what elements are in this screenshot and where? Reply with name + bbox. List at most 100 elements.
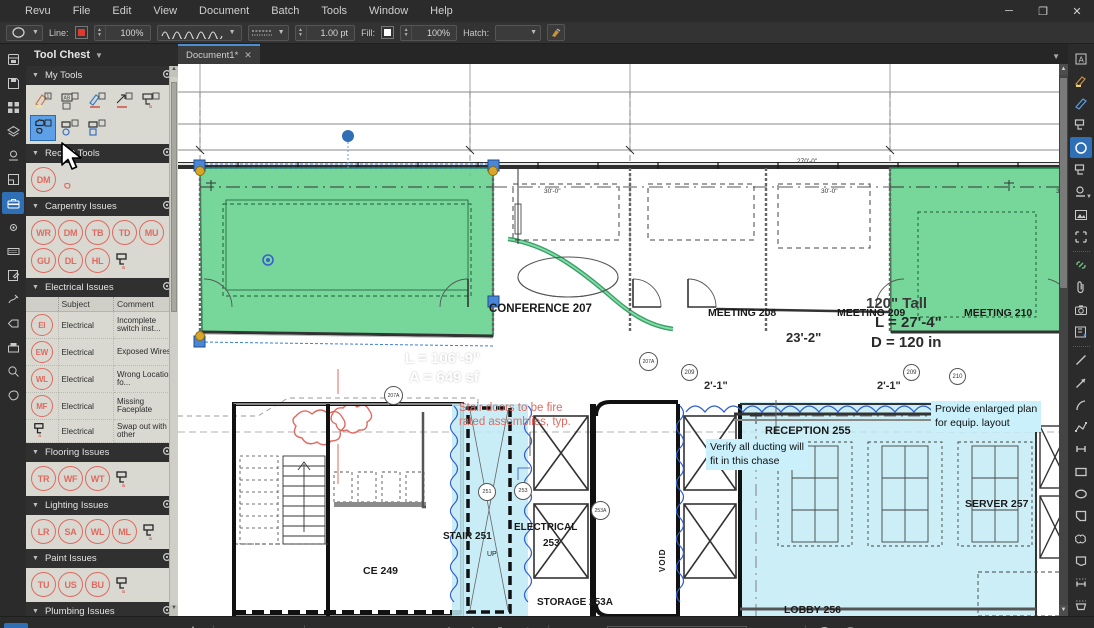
menu-item-document[interactable]: Document (188, 0, 260, 22)
ellipse-icon[interactable] (1070, 137, 1092, 159)
maximize-button[interactable]: ❐ (1026, 0, 1060, 22)
col-subject[interactable]: Subject (58, 297, 114, 312)
punch-icon[interactable] (2, 384, 24, 406)
fill-color-swatch[interactable] (381, 26, 395, 39)
menu-item-window[interactable]: Window (358, 0, 419, 22)
area-measure-icon[interactable] (1070, 595, 1092, 616)
group-header-my-tools[interactable]: ▼ My Tools (26, 66, 178, 85)
stamp-hl[interactable]: HL (85, 248, 110, 273)
stamp-gu[interactable]: GU (31, 248, 56, 273)
split-vertical-icon[interactable] (312, 623, 336, 628)
callout2-icon[interactable] (1070, 159, 1092, 180)
callout-icon[interactable] (1070, 115, 1092, 136)
col-icon[interactable] (26, 297, 59, 312)
shape-tool-selector[interactable]: ▼ (6, 24, 43, 41)
search-icon[interactable] (2, 360, 24, 382)
last-page-button[interactable]: ⏭ (774, 623, 798, 628)
arrow-icon[interactable] (1070, 372, 1092, 393)
callout-ducting[interactable]: Verify all ducting will fit in this chas… (706, 439, 808, 471)
select-icon[interactable] (465, 623, 489, 628)
line-opacity-stepper[interactable]: ▲ ▼ 100% (93, 24, 151, 41)
menu-item-edit[interactable]: Edit (101, 0, 142, 22)
document-tab[interactable]: Document1* ✕ (178, 44, 260, 64)
measurement-area-207[interactable]: A = 649 sf (409, 369, 479, 386)
line-icon[interactable] (1070, 350, 1092, 371)
snapshot-icon[interactable] (1070, 226, 1092, 247)
form-field-icon[interactable] (1070, 321, 1092, 342)
stamp-dl[interactable]: DL (58, 248, 83, 273)
callout-tool[interactable]: a (112, 572, 138, 598)
two-page-icon[interactable] (247, 623, 271, 628)
link-icon[interactable] (1070, 255, 1092, 276)
stamp-wl[interactable]: WL (30, 368, 53, 390)
menu-item-tools[interactable]: Tools (310, 0, 358, 22)
sets-icon[interactable] (2, 336, 24, 358)
pan-icon[interactable] (439, 623, 463, 628)
camera-icon[interactable] (1070, 299, 1092, 320)
col-comment[interactable]: Comment (113, 297, 178, 312)
tool-chest-scrollbar[interactable]: ▲ ▼ (169, 66, 178, 616)
continuous-icon[interactable] (273, 623, 297, 628)
callout-tool[interactable]: a (112, 248, 138, 274)
arrow-tool[interactable] (111, 88, 137, 114)
line-style-selector[interactable]: ▼ (156, 24, 242, 41)
measurements-icon[interactable] (2, 168, 24, 190)
canvas-vertical-scrollbar[interactable]: ▲ ▼ (1059, 64, 1068, 616)
scroll-down-arrow[interactable]: ▼ (170, 605, 178, 616)
menu-item-help[interactable]: Help (419, 0, 464, 22)
thumbnails-icon[interactable] (2, 96, 24, 118)
measurement-diameter[interactable]: D = 120 in (871, 334, 941, 351)
group-header-paint-issues[interactable]: ▼ Paint Issues (26, 549, 178, 568)
forward-button[interactable] (839, 623, 863, 628)
polygon-icon[interactable] (1070, 506, 1092, 527)
table-row[interactable]: EW Electrical Exposed Wires (26, 338, 178, 366)
file-access-icon[interactable] (2, 48, 24, 70)
length-measure-icon[interactable] (1070, 572, 1092, 593)
chevron-down-icon[interactable]: ▼ (1052, 52, 1060, 61)
menu-item-view[interactable]: View (142, 0, 188, 22)
stamp-mf[interactable]: MF (30, 395, 53, 417)
next-page-button[interactable]: ▷ (748, 623, 772, 628)
split-horizontal-icon[interactable] (338, 623, 362, 628)
pen-tool[interactable] (84, 88, 110, 114)
callout-tool[interactable]: a (112, 466, 138, 492)
hatch-selector[interactable]: ▼ (495, 24, 542, 41)
scroll-up-arrow[interactable]: ▲ (170, 66, 178, 77)
measurement-height-note[interactable]: 120" Tall (866, 295, 927, 312)
markups-list-icon[interactable] (2, 240, 24, 262)
markup-note-stair-doors[interactable]: Stair doors to be fire rated assemblies,… (459, 401, 571, 430)
pdf-canvas[interactable]: 270'-0" 30'-0" 30'-0" 30'-0" CONFERENCE … (178, 64, 1068, 616)
stamp-lr[interactable]: LR (31, 519, 56, 544)
text-select-icon[interactable]: A (491, 623, 515, 628)
save-icon[interactable] (2, 72, 24, 94)
arc-icon[interactable] (1070, 394, 1092, 415)
stamp-tu[interactable]: TU (31, 572, 56, 597)
rectangle-tool[interactable] (84, 115, 110, 141)
perimeter-icon[interactable] (1070, 550, 1092, 571)
stamp-tb[interactable]: TB (85, 220, 110, 245)
table-row[interactable]: MF Electrical Missing Faceplate (26, 392, 178, 420)
text-box-icon[interactable]: A (1070, 48, 1092, 69)
measurement-23-2[interactable]: 23'-2" (786, 330, 821, 345)
table-row[interactable]: EI Electrical Incomplete switch inst... (26, 311, 178, 339)
textbox-tool[interactable]: AB (57, 88, 83, 114)
stamp-wf[interactable]: WF (58, 466, 83, 491)
stamps-icon[interactable] (2, 144, 24, 166)
cloud-tool[interactable] (58, 167, 84, 193)
rectangle-icon[interactable] (1070, 461, 1092, 482)
scrollbar-thumb[interactable] (1060, 78, 1067, 288)
callout-tool[interactable]: a (33, 421, 51, 439)
chevron-down-icon[interactable]: ▼ (1086, 194, 1092, 200)
polyline-icon[interactable] (1070, 417, 1092, 438)
stamp-wr[interactable]: WR (31, 220, 56, 245)
stamp-ml[interactable]: ML (112, 519, 137, 544)
callout-tool[interactable]: a (138, 88, 164, 114)
layers-icon[interactable] (2, 120, 24, 142)
highlight-tool[interactable]: 1 (30, 88, 56, 114)
close-button[interactable]: ✕ (1060, 0, 1094, 22)
group-header-recent-tools[interactable]: ▼ Recent Tools (26, 144, 178, 163)
stamp-wl[interactable]: WL (85, 519, 110, 544)
group-header-carpentry-issues[interactable]: ▼ Carpentry Issues (26, 197, 178, 216)
stamp-wt[interactable]: WT (85, 466, 110, 491)
stamp-dm[interactable]: DM (58, 220, 83, 245)
